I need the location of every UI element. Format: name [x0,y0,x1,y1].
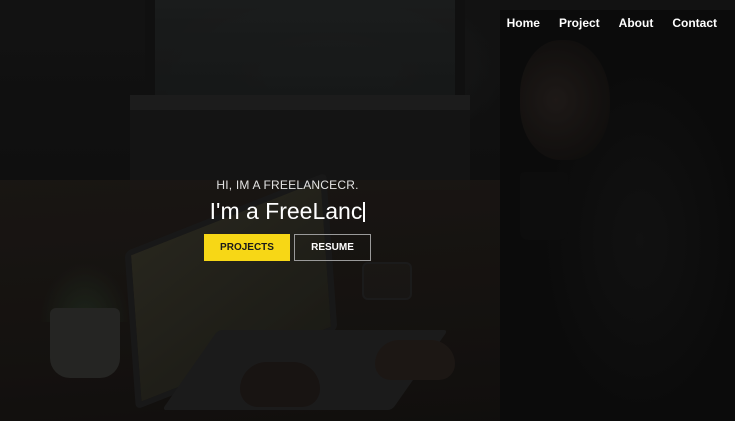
typing-cursor [363,202,366,222]
nav-item-about[interactable]: About [619,16,654,30]
hero-content: HI, IM A FREELANCECR. I'm a FreeLanc PRO… [0,178,575,261]
hero-headline-wrap: I'm a FreeLanc [0,192,575,226]
nav-item-home[interactable]: Home [507,16,540,30]
hero-section: Home Project About Contact HI, IM A FREE… [0,0,735,421]
projects-button[interactable]: PROJECTS [204,234,290,261]
hero-buttons: PROJECTS RESUME [0,234,575,261]
main-nav: Home Project About Contact [507,16,717,30]
hero-headline: I'm a FreeLanc [210,196,366,226]
nav-item-contact[interactable]: Contact [672,16,717,30]
hero-intro: HI, IM A FREELANCECR. [216,178,359,192]
nav-item-project[interactable]: Project [559,16,600,30]
typed-text: I'm a FreeLanc [209,198,363,224]
resume-button[interactable]: RESUME [294,234,371,261]
